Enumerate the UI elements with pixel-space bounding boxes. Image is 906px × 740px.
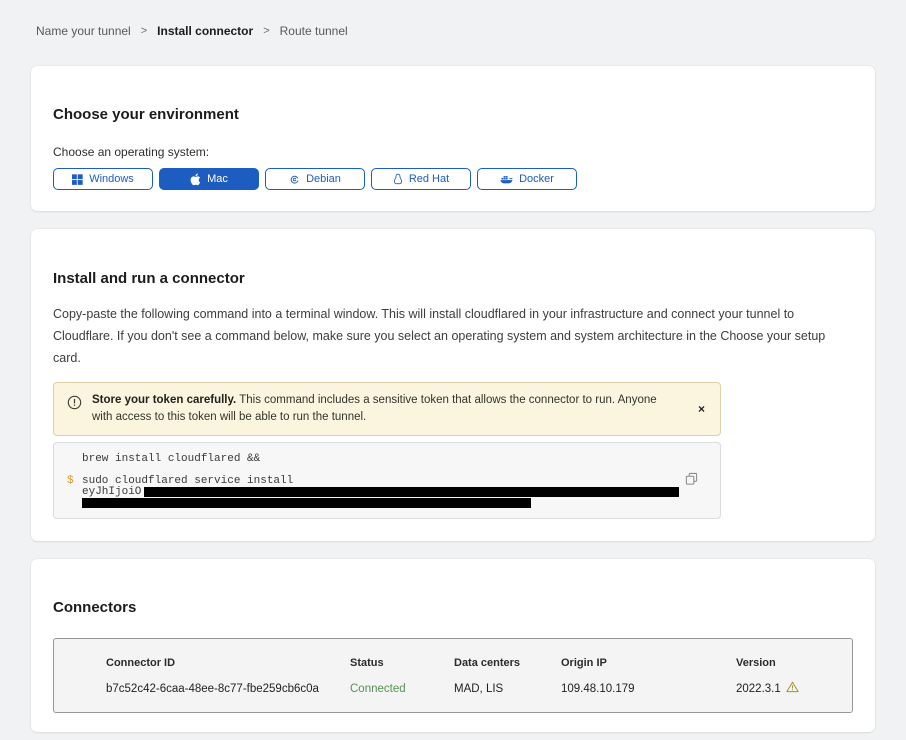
copy-icon[interactable] (685, 472, 698, 489)
install-connector-card: Install and run a connector Copy-paste t… (31, 229, 875, 540)
connectors-card: Connectors Connector ID Status Data cent… (31, 559, 875, 732)
code-line: $ sudo cloudflared service install (67, 476, 700, 487)
token-prefix: eyJhIjoiO (82, 486, 141, 498)
os-button-group: Windows Mac Debian (53, 168, 853, 190)
shell-prompt: $ (67, 475, 82, 487)
token-redaction-bar (144, 487, 679, 497)
code-line: brew install cloudflared && (67, 454, 700, 465)
connectors-card-title: Connectors (53, 599, 853, 616)
col-header-status: Status (350, 657, 454, 669)
os-select-label: Choose an operating system: (53, 145, 853, 159)
os-button-label: Debian (306, 173, 341, 185)
environment-card-title: Choose your environment (53, 106, 853, 123)
breadcrumb-step-name-tunnel[interactable]: Name your tunnel (36, 24, 131, 38)
install-description: Copy-paste the following command into a … (53, 303, 853, 369)
os-button-windows[interactable]: Windows (53, 168, 153, 190)
connectors-table: Connector ID Status Data centers Origin … (53, 638, 853, 713)
breadcrumb-step-install-connector[interactable]: Install connector (157, 24, 253, 38)
data-centers-value: MAD, LIS (454, 683, 561, 695)
alert-title: Store your token carefully. (92, 394, 236, 406)
windows-icon (72, 174, 83, 185)
code-line-token: eyJhIjoiO (67, 487, 700, 498)
os-button-debian[interactable]: Debian (265, 168, 365, 190)
code-text: brew install cloudflared && (82, 453, 260, 465)
warning-triangle-icon (786, 681, 799, 696)
breadcrumb: Name your tunnel > Install connector > R… (0, 0, 906, 38)
token-redaction-bar (82, 498, 531, 508)
col-header-origin-ip: Origin IP (561, 657, 736, 669)
os-button-mac[interactable]: Mac (159, 168, 259, 190)
os-button-label: Docker (519, 173, 554, 185)
origin-ip-value: 109.48.10.179 (561, 683, 736, 695)
choose-environment-card: Choose your environment Choose an operat… (31, 66, 875, 211)
status-badge: Connected (350, 683, 454, 695)
os-button-redhat[interactable]: Red Hat (371, 168, 471, 190)
apple-icon (190, 173, 201, 186)
install-card-title: Install and run a connector (53, 270, 853, 287)
breadcrumb-separator: > (263, 25, 269, 37)
os-button-docker[interactable]: Docker (477, 168, 577, 190)
version-value: 2022.3.1 (736, 681, 852, 696)
docker-whale-icon (500, 174, 513, 184)
breadcrumb-separator: > (141, 25, 147, 37)
os-button-label: Red Hat (409, 173, 449, 185)
token-warning-alert: Store your token carefully. This command… (53, 382, 721, 436)
table-header-row: Connector ID Status Data centers Origin … (106, 657, 852, 669)
table-row: b7c52c42-6caa-48ee-8c77-fbe259cb6c0a Con… (106, 681, 852, 696)
alert-text: Store your token carefully. This command… (92, 392, 680, 426)
linux-penguin-icon (393, 173, 403, 185)
col-header-data-centers: Data centers (454, 657, 561, 669)
os-button-label: Windows (89, 173, 134, 185)
col-header-version: Version (736, 657, 852, 669)
os-button-label: Mac (207, 173, 228, 185)
col-header-connector-id: Connector ID (106, 657, 350, 669)
connector-id-value: b7c52c42-6caa-48ee-8c77-fbe259cb6c0a (106, 683, 350, 695)
breadcrumb-step-route-tunnel[interactable]: Route tunnel (280, 24, 348, 38)
debian-icon (289, 174, 300, 185)
install-command-codeblock: brew install cloudflared && $ sudo cloud… (53, 442, 721, 519)
code-line-token (67, 498, 700, 509)
close-icon[interactable]: × (698, 403, 705, 415)
info-circle-icon (67, 395, 82, 426)
